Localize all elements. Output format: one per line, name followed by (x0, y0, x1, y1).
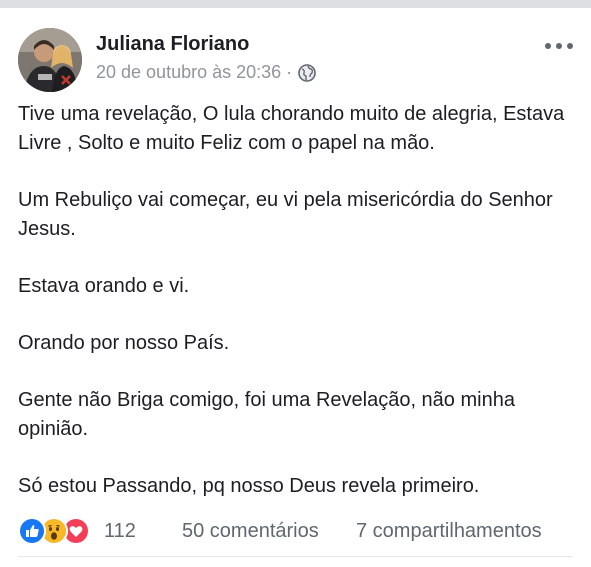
like-icon (18, 517, 46, 545)
divider (18, 556, 573, 557)
avatar[interactable] (18, 28, 82, 92)
more-options-icon[interactable] (545, 36, 573, 56)
post-header: Juliana Floriano 20 de outubro às 20:36 … (18, 28, 573, 98)
post-paragraph: Só estou Passando, pq nosso Deus revela … (18, 475, 480, 497)
reactions-count[interactable]: 112 (104, 520, 136, 543)
top-band (0, 0, 591, 8)
comments-count[interactable]: 50 comentários (182, 520, 319, 543)
post-footer: 112 50 comentários 7 compartilhamentos (18, 516, 578, 546)
author-name[interactable]: Juliana Floriano (96, 33, 249, 56)
meta-separator: · (286, 62, 293, 82)
post-paragraph: Gente não Briga comigo, foi uma Revelaçã… (18, 389, 515, 440)
post-body: Tive uma revelação, O lula chorando muit… (18, 100, 578, 529)
post-paragraph: Um Rebuliço vai começar, eu vi pela mise… (18, 189, 553, 240)
post-meta: 20 de outubro às 20:36 · (96, 62, 316, 83)
post-timestamp[interactable]: 20 de outubro às 20:36 (96, 62, 281, 83)
post-paragraph: Orando por nosso País. (18, 332, 230, 354)
post-paragraph: Estava orando e vi. (18, 275, 190, 297)
globe-icon[interactable] (298, 63, 316, 82)
reactions-summary[interactable] (18, 517, 90, 545)
facebook-post: Juliana Floriano 20 de outubro às 20:36 … (0, 8, 591, 567)
shares-count[interactable]: 7 compartilhamentos (356, 520, 542, 543)
post-paragraph: Tive uma revelação, O lula chorando muit… (18, 103, 565, 154)
